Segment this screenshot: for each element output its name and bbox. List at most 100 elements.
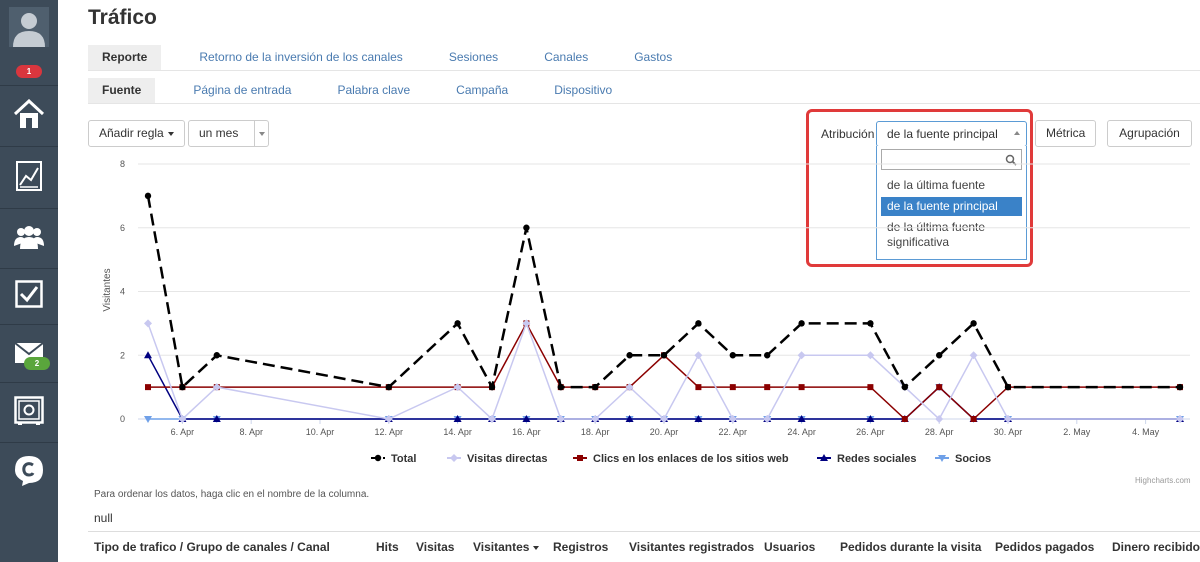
sort-desc-icon <box>533 545 540 550</box>
data-point <box>970 416 977 422</box>
contacts-group-icon[interactable] <box>0 212 58 262</box>
column-header[interactable]: Pedidos pagados <box>995 540 1094 554</box>
tab-dispositivo[interactable]: Dispositivo <box>540 78 626 103</box>
x-tick-label: 22. Apr <box>719 427 748 437</box>
data-point <box>695 320 702 327</box>
data-point <box>936 384 943 391</box>
legend-marker <box>577 455 583 461</box>
y-tick-label: 8 <box>120 159 125 169</box>
data-point <box>936 352 943 359</box>
column-header[interactable]: Usuarios <box>764 540 815 554</box>
x-tick-label: 20. Apr <box>650 427 679 437</box>
data-point <box>1176 383 1184 391</box>
tab-fuente[interactable]: Fuente <box>88 78 156 103</box>
data-point <box>144 192 152 200</box>
data-point <box>385 383 392 391</box>
data-point <box>694 351 703 360</box>
x-tick-label: 16. Apr <box>512 427 541 437</box>
data-point <box>454 320 461 327</box>
data-point <box>969 351 978 360</box>
column-header[interactable]: Registros <box>553 540 608 554</box>
x-tick-label: 10. Apr <box>306 427 335 437</box>
data-point <box>144 319 152 328</box>
tab-pagina-entrada[interactable]: Página de entrada <box>179 78 305 103</box>
chart-series <box>144 192 1184 423</box>
column-header[interactable]: Visitantes registrados <box>629 540 754 554</box>
tab-canales[interactable]: Canales <box>530 45 602 70</box>
data-point <box>867 320 874 327</box>
data-point <box>1004 383 1012 391</box>
column-header[interactable]: Visitantes <box>473 540 540 554</box>
x-tick-label: 24. Apr <box>787 427 816 437</box>
column-header[interactable]: Hits <box>376 540 399 554</box>
analytics-chart-icon[interactable] <box>0 150 58 202</box>
primary-tabs-divider <box>88 70 1200 71</box>
column-header[interactable]: Dinero recibido <box>1112 540 1200 554</box>
column-header[interactable]: Visitas <box>416 540 454 554</box>
legend-label: Clics en los enlaces de los sitios web <box>593 453 789 465</box>
data-point <box>695 384 702 391</box>
data-point <box>523 224 530 231</box>
data-point <box>557 383 564 391</box>
data-point <box>797 351 806 360</box>
safe-icon[interactable] <box>0 386 58 436</box>
period-value: un mes <box>199 126 239 140</box>
column-header[interactable]: Tipo de trafico / Grupo de canales / Can… <box>94 540 330 554</box>
legend-marker <box>374 454 382 462</box>
x-tick-label: 14. Apr <box>443 427 472 437</box>
home-icon[interactable] <box>0 90 58 138</box>
tab-sesiones[interactable]: Sesiones <box>435 45 512 70</box>
main-content: Tráfico Reporte Retorno de la inversión … <box>58 0 1200 562</box>
tab-reporte[interactable]: Reporte <box>88 45 162 70</box>
tab-gastos[interactable]: Gastos <box>620 45 686 70</box>
null-value: null <box>94 511 113 525</box>
column-header[interactable]: Pedidos durante la visita <box>840 540 981 554</box>
legend-item[interactable]: Socios <box>935 453 991 465</box>
user-avatar-icon[interactable] <box>0 4 58 50</box>
grouping-button[interactable]: Agrupación <box>1107 120 1192 147</box>
notifications-badge[interactable]: 1 <box>16 65 42 78</box>
legend-label: Socios <box>955 453 991 465</box>
legend-item[interactable]: Redes sociales <box>817 453 917 465</box>
legend-item[interactable]: Visitas directas <box>447 453 548 465</box>
chat-logo-icon[interactable] <box>0 446 58 496</box>
x-tick-label: 6. Apr <box>171 427 195 437</box>
data-point <box>729 384 736 391</box>
y-axis-ticks: 0 2 4 6 8 <box>120 159 125 424</box>
legend-item[interactable]: Clics en los enlaces de los sitios web <box>573 453 789 465</box>
y-tick-label: 2 <box>120 350 125 360</box>
legend-item[interactable]: Total <box>371 453 416 465</box>
data-point <box>867 384 874 391</box>
period-select[interactable]: un mes <box>188 120 269 147</box>
metric-button[interactable]: Métrica <box>1035 120 1097 147</box>
data-point <box>798 384 805 391</box>
x-tick-label: 12. Apr <box>375 427 404 437</box>
data-point <box>488 383 496 391</box>
tab-retorno-inversion[interactable]: Retorno de la inversión de los canales <box>185 45 416 70</box>
x-tick-label: 2. May <box>1063 427 1091 437</box>
data-point <box>729 352 736 359</box>
tab-palabra-clave[interactable]: Palabra clave <box>323 78 424 103</box>
mail-badge[interactable]: 2 <box>24 357 50 370</box>
tab-campana[interactable]: Campaña <box>442 78 522 103</box>
data-point <box>145 384 151 391</box>
y-axis-label: Visitantes <box>102 268 113 311</box>
data-point <box>179 383 186 391</box>
data-point <box>798 320 805 327</box>
x-tick-label: 8. Apr <box>239 427 263 437</box>
x-tick-label: 4. May <box>1132 427 1160 437</box>
x-tick-label: 18. Apr <box>581 427 610 437</box>
y-tick-label: 0 <box>120 414 125 424</box>
add-rule-button[interactable]: Añadir regla <box>88 120 185 147</box>
data-point <box>901 416 908 422</box>
legend-label: Visitas directas <box>467 453 548 465</box>
chart-credits[interactable]: Highcharts.com <box>1135 476 1191 485</box>
data-point <box>764 352 771 359</box>
data-point <box>660 352 668 359</box>
data-point <box>626 352 633 359</box>
data-point <box>901 383 908 391</box>
tasks-checkbox-icon[interactable] <box>0 270 58 318</box>
sidebar: 1 2 <box>0 0 58 562</box>
secondary-tabs: Fuente Página de entrada Palabra clave C… <box>88 78 644 103</box>
primary-tabs: Reporte Retorno de la inversión de los c… <box>88 45 704 70</box>
